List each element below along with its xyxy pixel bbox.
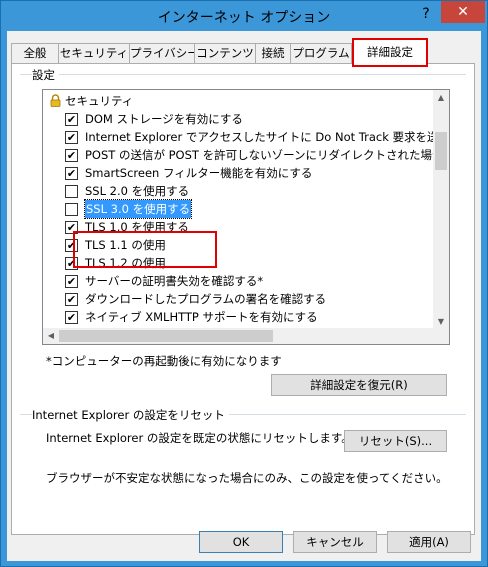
setting-label[interactable]: ネイティブ XMLHTTP サポートを有効にする (85, 308, 318, 326)
category-row-security: セキュリティ (43, 92, 434, 110)
setting-row[interactable]: SSL 2.0 を使用する (43, 182, 434, 200)
unchecked-checkbox[interactable] (65, 203, 78, 216)
horizontal-scrollbar[interactable]: ◀ ▶ (43, 328, 449, 344)
setting-label[interactable]: DOM ストレージを有効にする (85, 110, 243, 128)
apply-button[interactable]: 適用(A) (387, 531, 471, 553)
setting-label[interactable]: SSL 2.0 を使用する (85, 182, 189, 200)
setting-row[interactable]: ✔ サーバーの証明書失効を確認する* (43, 272, 434, 290)
checked-checkbox[interactable]: ✔ (65, 293, 78, 306)
setting-row[interactable]: ✔ TLS 1.0 を使用する (43, 218, 434, 236)
settings-separator (20, 74, 466, 75)
setting-row[interactable]: ✔ DOM ストレージを有効にする (43, 110, 434, 128)
reset-description: Internet Explorer の設定を既定の状態にリセットします。 (46, 431, 353, 445)
lock-icon (50, 94, 61, 107)
title-bar[interactable]: インターネット オプション ? ✕ (1, 1, 487, 31)
checked-checkbox[interactable]: ✔ (65, 149, 78, 162)
scroll-left-icon[interactable]: ◀ (43, 328, 59, 344)
scrollbar-corner (433, 328, 449, 344)
setting-row[interactable]: ✔ TLS 1.1 の使用 (43, 236, 434, 254)
close-button[interactable]: ✕ (441, 1, 485, 23)
checked-checkbox[interactable]: ✔ (65, 167, 78, 180)
reset-warning: ブラウザーが不安定な状態になった場合にのみ、この設定を使ってください。 (46, 471, 448, 485)
setting-row[interactable]: ✔ POST の送信が POST を許可しないゾーンにリダイレクトされた場合に (43, 146, 434, 164)
setting-row[interactable]: ✔ ネイティブ XMLHTTP サポートを有効にする (43, 308, 434, 326)
checked-checkbox[interactable]: ✔ (65, 311, 78, 324)
setting-label[interactable]: サーバーの証明書失効を確認する* (85, 272, 263, 290)
unchecked-checkbox[interactable] (65, 185, 78, 198)
setting-label[interactable]: TLS 1.2 の使用 (85, 254, 166, 272)
scroll-up-icon[interactable]: ▲ (433, 90, 449, 106)
setting-label[interactable]: ダウンロードしたプログラムの署名を確認する (85, 290, 326, 308)
settings-tree-list[interactable]: セキュリティ ✔ DOM ストレージを有効にする ✔ Internet Explore… (42, 89, 450, 345)
vertical-scroll-thumb[interactable] (435, 132, 447, 170)
category-label: セキュリティ (65, 94, 134, 108)
restart-note: *コンピューターの再起動後に有効になります (46, 354, 282, 368)
setting-label[interactable]: SmartScreen フィルター機能を有効にする (85, 164, 312, 182)
tab-general[interactable]: 全般 (11, 43, 59, 64)
tab-connections[interactable]: 接続 (255, 43, 291, 64)
checked-checkbox[interactable]: ✔ (65, 275, 78, 288)
internet-options-window: インターネット オプション ? ✕ 全般 セキュリティ プライバシー コンテンツ… (0, 0, 488, 567)
setting-label[interactable]: TLS 1.1 の使用 (85, 236, 166, 254)
checked-checkbox[interactable]: ✔ (65, 239, 78, 252)
help-button[interactable]: ? (413, 3, 439, 25)
tab-strip: 全般 セキュリティ プライバシー コンテンツ 接続 プログラム 詳細設定 (11, 38, 475, 67)
checked-checkbox[interactable]: ✔ (65, 221, 78, 234)
setting-row[interactable]: SSL 3.0 を使用する (43, 199, 434, 219)
settings-list-content: セキュリティ ✔ DOM ストレージを有効にする ✔ Internet Explore… (43, 90, 434, 330)
setting-row[interactable]: ✔ ダウンロードしたプログラムの署名を確認する (43, 290, 434, 308)
checked-checkbox[interactable]: ✔ (65, 113, 78, 126)
restore-advanced-settings-button[interactable]: 詳細設定を復元(R) (271, 374, 447, 396)
setting-label[interactable]: POST の送信が POST を許可しないゾーンにリダイレクトされた場合に (85, 146, 434, 164)
settings-group-label: 設定 (32, 67, 59, 83)
tab-privacy[interactable]: プライバシー (129, 43, 199, 64)
setting-label[interactable]: SSL 3.0 を使用する (83, 199, 193, 219)
cancel-button[interactable]: キャンセル (293, 531, 377, 553)
vertical-scrollbar[interactable]: ▲ ▼ (433, 90, 449, 330)
dialog-client-area: 全般 セキュリティ プライバシー コンテンツ 接続 プログラム 詳細設定 設定 (7, 31, 481, 561)
checked-checkbox[interactable]: ✔ (65, 131, 78, 144)
tab-content[interactable]: コンテンツ (194, 43, 256, 64)
setting-row[interactable]: ✔ TLS 1.2 の使用 (43, 254, 434, 272)
reset-button[interactable]: リセット(S)... (344, 430, 447, 452)
horizontal-scroll-thumb[interactable] (59, 330, 273, 342)
advanced-tab-panel: 設定 セキュリティ ✔ DOM ストレージを有効にする ✔ Internet Expl… (11, 63, 475, 535)
setting-label[interactable]: Internet Explorer でアクセスしたサイトに Do Not Tra… (85, 128, 434, 146)
tab-security[interactable]: セキュリティ (58, 43, 130, 64)
tab-advanced[interactable]: 詳細設定 (353, 39, 427, 65)
setting-row[interactable]: ✔ Internet Explorer でアクセスしたサイトに Do Not Tr… (43, 128, 434, 146)
reset-group-label: Internet Explorer の設定をリセット (32, 407, 229, 423)
ok-button[interactable]: OK (199, 531, 283, 553)
checked-checkbox[interactable]: ✔ (65, 257, 78, 270)
tab-programs[interactable]: プログラム (290, 43, 352, 64)
setting-label[interactable]: TLS 1.0 を使用する (85, 218, 189, 236)
setting-row[interactable]: ✔ SmartScreen フィルター機能を有効にする (43, 164, 434, 182)
